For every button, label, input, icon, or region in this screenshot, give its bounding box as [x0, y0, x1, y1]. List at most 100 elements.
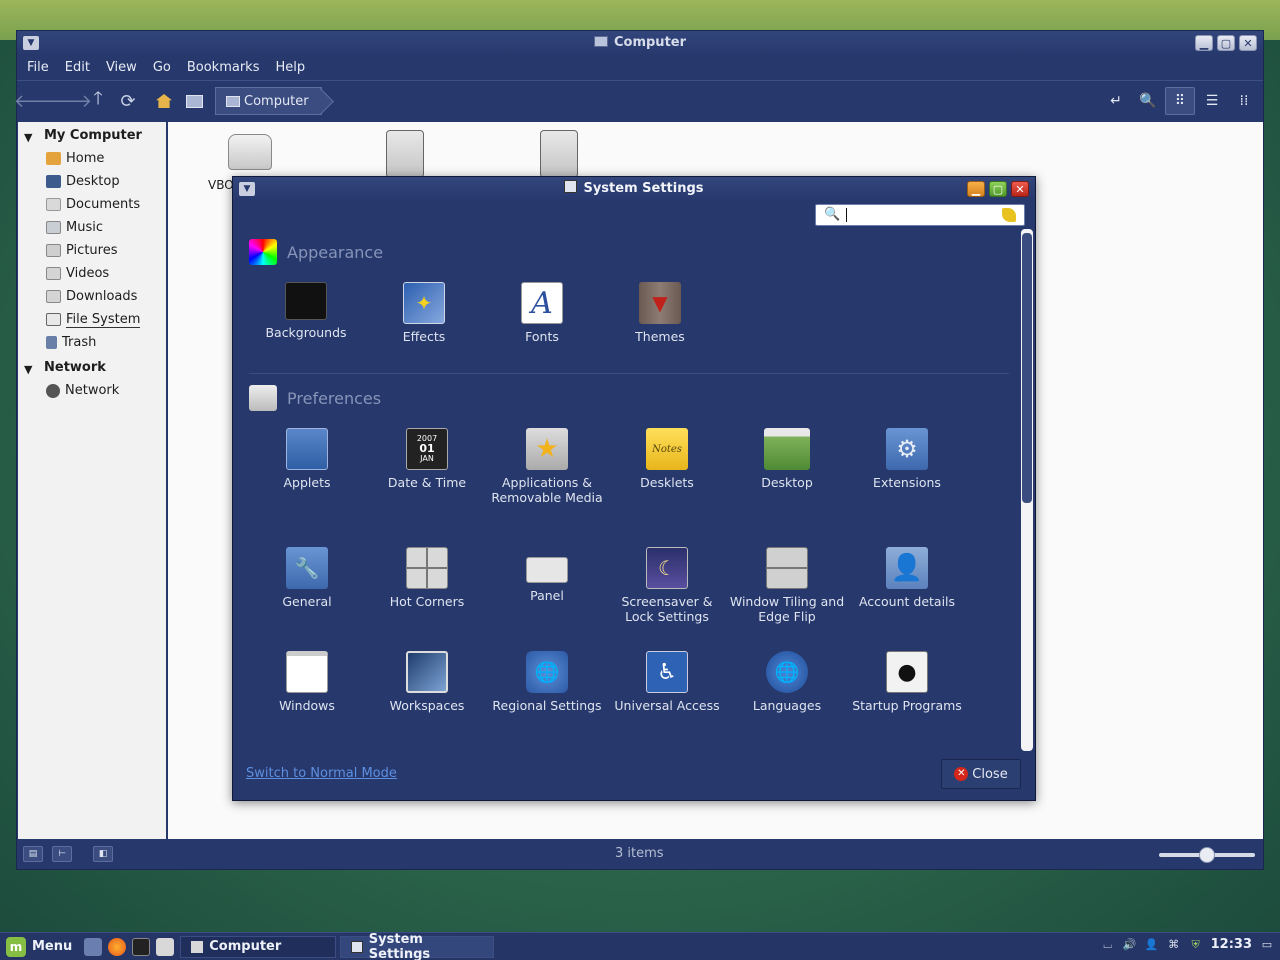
- tree-toggle-icon[interactable]: ⊢: [52, 846, 72, 862]
- firefox-icon[interactable]: [108, 937, 127, 956]
- item-hot-corners[interactable]: Hot Corners: [367, 547, 487, 609]
- clock[interactable]: 12:33: [1211, 937, 1252, 952]
- menu-bookmarks[interactable]: Bookmarks: [179, 60, 268, 75]
- menu-edit[interactable]: Edit: [57, 60, 98, 75]
- item-regional-settings[interactable]: 🌐 Regional Settings: [487, 651, 607, 713]
- files-icon[interactable]: [156, 937, 175, 956]
- search-input[interactable]: 🔍: [815, 204, 1025, 226]
- sidebar-section-network[interactable]: ▼ Network: [18, 354, 166, 379]
- task-system-settings[interactable]: System Settings: [340, 932, 495, 960]
- sidebar-item-trash[interactable]: Trash: [18, 331, 166, 354]
- item-extensions[interactable]: ⚙ Extensions: [847, 428, 967, 490]
- item-screensaver-lock[interactable]: ☾ Screensaver & Lock Settings: [607, 547, 727, 624]
- item-applets[interactable]: Applets: [247, 428, 367, 490]
- minimize-button[interactable]: ▁: [967, 181, 985, 197]
- settings-titlebar[interactable]: ▼ System Settings ▁ ▢ ✕: [233, 177, 1035, 201]
- sidebar-item-music[interactable]: Music: [18, 216, 166, 239]
- item-universal-access[interactable]: ♿ Universal Access: [607, 651, 727, 713]
- item-applications-removable-media[interactable]: ★ Applications & Removable Media: [487, 428, 607, 505]
- item-window-tiling[interactable]: Window Tiling and Edge Flip: [727, 547, 847, 624]
- keyboard-icon[interactable]: ⌴: [1101, 938, 1115, 952]
- category-label: Appearance: [287, 242, 384, 262]
- close-button[interactable]: ✕: [1011, 181, 1029, 197]
- item-fonts[interactable]: A Fonts: [482, 282, 602, 344]
- hard-drive-icon[interactable]: [386, 130, 424, 178]
- item-general[interactable]: 🔧 General: [247, 547, 367, 609]
- minimize-button[interactable]: ▁: [1195, 35, 1213, 51]
- item-themes[interactable]: ▼ Themes: [600, 282, 720, 344]
- nemo-titlebar[interactable]: ▼ Computer ▁ ▢ ✕: [17, 31, 1263, 55]
- terminal-icon[interactable]: [132, 937, 151, 956]
- hide-sidebar-icon[interactable]: ◧: [93, 846, 113, 862]
- close-icon: ✕: [954, 767, 969, 781]
- sidebar-item-documents[interactable]: Documents: [18, 193, 166, 216]
- expander-down-icon[interactable]: ▼: [24, 363, 34, 376]
- item-languages[interactable]: 🌐 Languages: [727, 651, 847, 713]
- menu-view[interactable]: View: [98, 60, 145, 75]
- item-label: Applets: [283, 475, 331, 490]
- reload-icon[interactable]: ⟳: [113, 87, 143, 115]
- icon-view-icon[interactable]: ⠿: [1165, 87, 1195, 115]
- calendar-day: 01: [419, 442, 435, 455]
- sidebar-item-home[interactable]: Home: [18, 147, 166, 170]
- menu-file[interactable]: File: [19, 60, 57, 75]
- item-date-time[interactable]: 2007 01 JAN Date & Time: [367, 428, 487, 490]
- item-backgrounds[interactable]: Backgrounds: [246, 282, 366, 340]
- sidebar-item-videos[interactable]: Videos: [18, 262, 166, 285]
- places-toggle-icon[interactable]: ▤: [23, 846, 43, 862]
- workspace-switcher-icon[interactable]: ▭: [1260, 938, 1274, 952]
- expander-down-icon[interactable]: ▼: [24, 131, 34, 144]
- show-desktop-icon[interactable]: [84, 937, 103, 956]
- menu-go[interactable]: Go: [145, 60, 179, 75]
- window-menu-button[interactable]: ▼: [23, 36, 39, 50]
- sidebar-item-pictures[interactable]: Pictures: [18, 239, 166, 262]
- task-computer[interactable]: Computer: [180, 935, 337, 958]
- item-account-details[interactable]: 👤 Account details: [847, 547, 967, 609]
- appearance-icon: [249, 239, 277, 265]
- item-workspaces[interactable]: Workspaces: [367, 651, 487, 713]
- item-label: Effects: [402, 329, 446, 344]
- computer-icon[interactable]: [179, 87, 209, 115]
- close-button[interactable]: ✕: [1239, 35, 1257, 51]
- forward-icon[interactable]: 🡒: [44, 87, 92, 115]
- vertical-scrollbar[interactable]: [1021, 229, 1033, 751]
- list-view-icon[interactable]: ☰: [1197, 87, 1227, 115]
- sidebar-item-file-system[interactable]: File System: [18, 308, 166, 331]
- scrollbar-thumb[interactable]: [1022, 233, 1032, 503]
- switch-mode-link[interactable]: Switch to Normal Mode: [246, 766, 397, 781]
- sidebar-section-my-computer[interactable]: ▼ My Computer: [18, 122, 166, 147]
- close-dialog-button[interactable]: ✕ Close: [941, 759, 1021, 789]
- maximize-button[interactable]: ▢: [1217, 35, 1235, 51]
- item-windows[interactable]: Windows: [247, 651, 367, 713]
- item-effects[interactable]: ✦ Effects: [364, 282, 484, 344]
- home-icon[interactable]: [149, 87, 179, 115]
- sidebar-item-downloads[interactable]: Downloads: [18, 285, 166, 308]
- maximize-button[interactable]: ▢: [989, 181, 1007, 197]
- breadcrumb-computer[interactable]: Computer: [215, 87, 322, 115]
- network-icon[interactable]: ⌘: [1167, 938, 1181, 952]
- window-menu-button[interactable]: ▼: [239, 182, 255, 196]
- settings-icon: [564, 180, 578, 193]
- sidebar-item-network[interactable]: Network: [18, 379, 166, 402]
- item-panel[interactable]: Panel: [487, 547, 607, 603]
- item-label: Account details: [858, 594, 956, 609]
- compact-view-icon[interactable]: ⁞⁞: [1229, 87, 1259, 115]
- search-icon[interactable]: 🔍: [1133, 87, 1163, 115]
- optical-drive-icon[interactable]: [228, 134, 272, 178]
- toggle-location-icon[interactable]: ↵: [1101, 87, 1131, 115]
- hard-drive-icon[interactable]: [540, 130, 578, 178]
- volume-icon[interactable]: 🔊: [1123, 938, 1137, 952]
- item-startup-programs[interactable]: ● Startup Programs: [847, 651, 967, 713]
- places-sidebar: ▼ My Computer Home Desktop Documents Mus…: [18, 122, 166, 839]
- item-desktop[interactable]: Desktop: [727, 428, 847, 490]
- up-icon[interactable]: 🡑: [83, 87, 113, 115]
- zoom-slider[interactable]: [1159, 847, 1255, 863]
- clear-search-icon[interactable]: [1002, 208, 1016, 222]
- item-desklets[interactable]: Notes Desklets: [607, 428, 727, 490]
- sidebar-item-desktop[interactable]: Desktop: [18, 170, 166, 193]
- start-menu-button[interactable]: m Menu: [0, 936, 72, 957]
- update-shield-icon[interactable]: ⛨: [1189, 938, 1203, 952]
- user-icon[interactable]: 👤: [1145, 938, 1159, 952]
- zoom-knob[interactable]: [1199, 847, 1215, 863]
- menu-help[interactable]: Help: [267, 60, 313, 75]
